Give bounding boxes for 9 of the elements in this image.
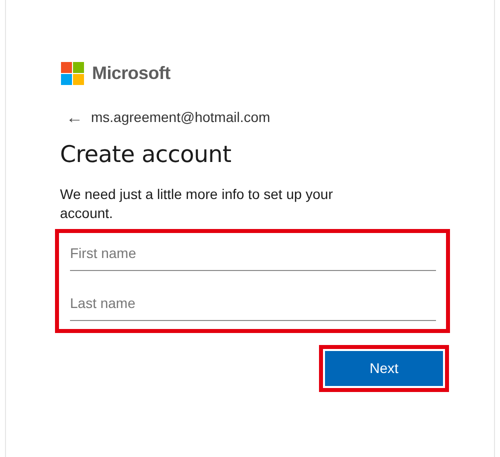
input-field[interactable]: Last name xyxy=(70,286,436,321)
brand-name: Microsoft xyxy=(92,62,170,85)
page-title: Create account xyxy=(60,142,232,170)
next-button[interactable]: Next xyxy=(325,350,443,386)
back-button[interactable]: ← xyxy=(66,109,83,126)
description-text: We need just a little more info to set up your account. xyxy=(60,184,334,223)
account-email: ms.agreement@hotmail.com xyxy=(91,108,270,127)
input-field[interactable]: First name xyxy=(70,236,436,271)
logo-icon xyxy=(61,62,84,85)
